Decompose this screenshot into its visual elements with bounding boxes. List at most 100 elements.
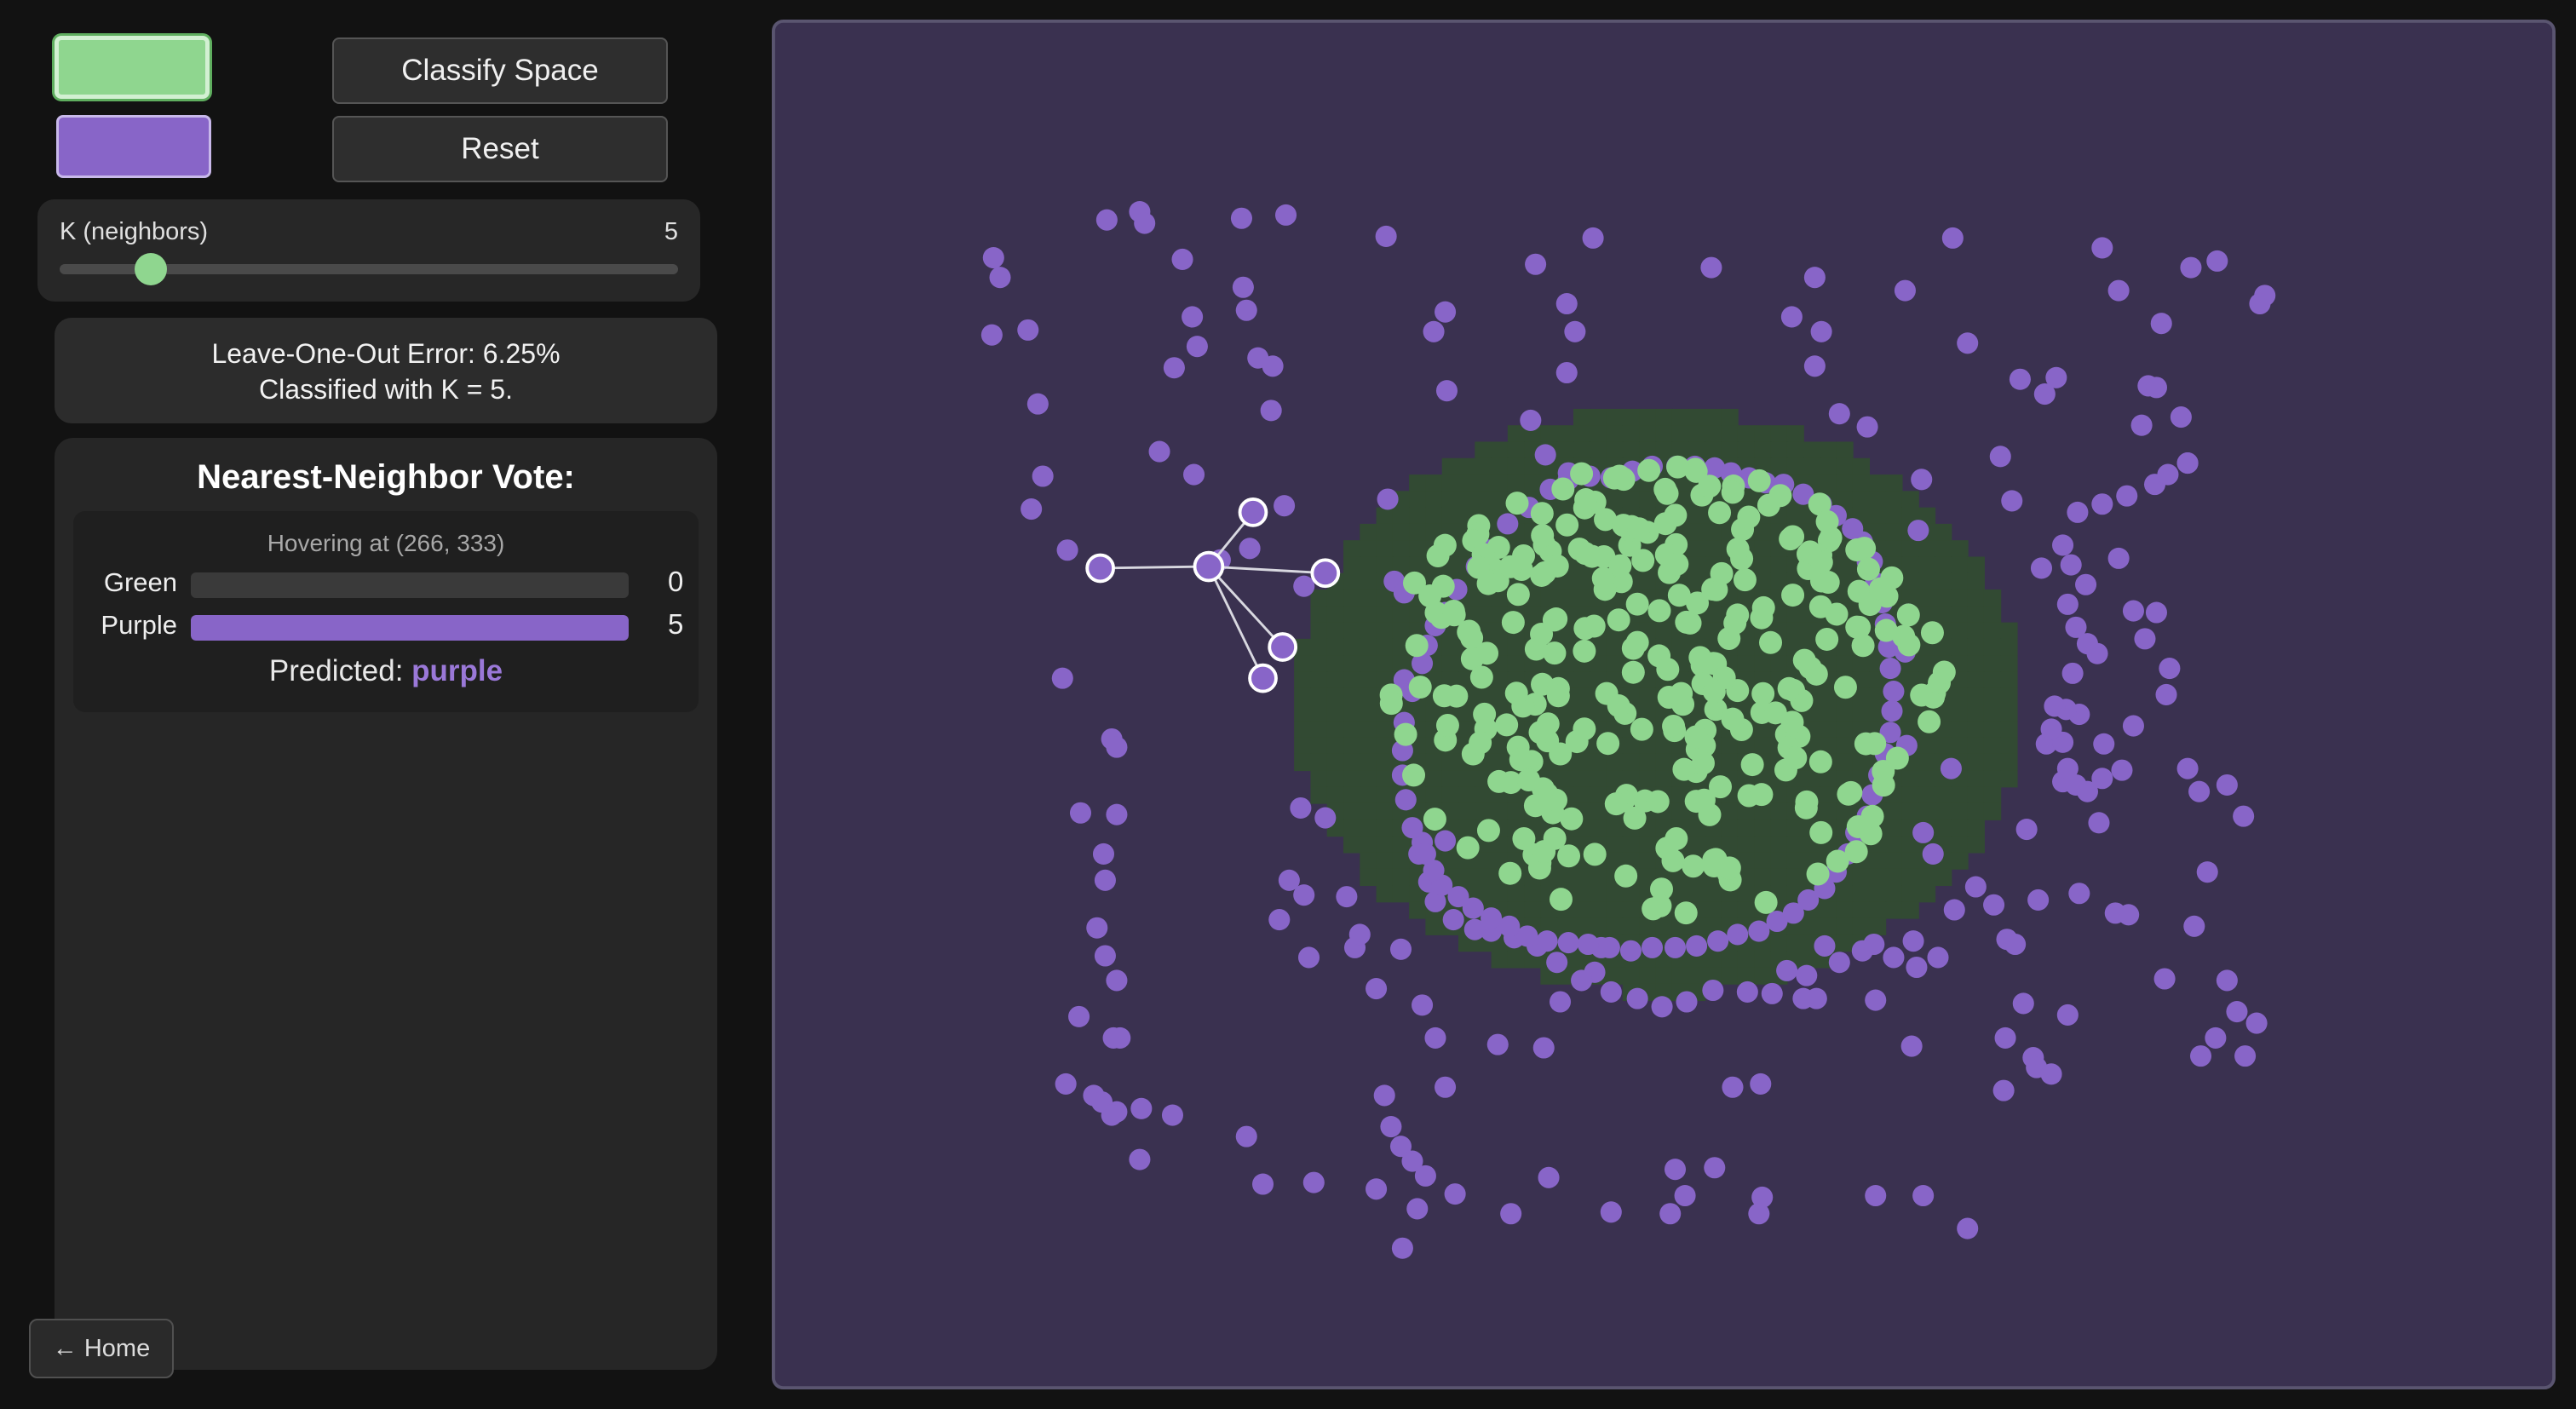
green-point <box>1379 692 1403 716</box>
home-button[interactable]: ← Home <box>29 1319 174 1378</box>
region-cell <box>1590 868 1607 887</box>
green-point <box>1848 615 1872 639</box>
green-point <box>1570 462 1594 486</box>
purple-point <box>2044 695 2066 717</box>
green-point <box>1682 854 1705 878</box>
purple-point <box>1414 843 1436 865</box>
region-cell <box>1622 917 1641 935</box>
region-cell <box>1737 951 1756 969</box>
green-point <box>1574 488 1598 512</box>
region-cell <box>1475 687 1492 705</box>
green-point <box>1423 808 1446 831</box>
region-cell <box>1326 671 1344 689</box>
region-cell <box>1918 572 1936 590</box>
classification-canvas[interactable] <box>772 19 2556 1390</box>
region-cell <box>1425 491 1443 509</box>
region-cell <box>1475 457 1492 476</box>
region-cell <box>1820 474 1837 492</box>
region-cell <box>1392 523 1411 542</box>
region-cell <box>1294 721 1312 739</box>
purple-point <box>2056 757 2079 779</box>
green-point <box>1844 840 1868 864</box>
classify-space-button[interactable]: Classify Space <box>332 37 668 104</box>
green-point <box>1798 540 1822 564</box>
region-cell <box>1639 572 1657 590</box>
green-point <box>1582 614 1606 638</box>
region-cell <box>1606 441 1624 459</box>
reset-button[interactable]: Reset <box>332 116 668 182</box>
green-point <box>1896 603 1920 627</box>
region-cell <box>1885 819 1903 837</box>
purple-point <box>1444 1183 1466 1205</box>
k-slider-thumb[interactable] <box>135 253 167 285</box>
region-cell <box>1343 770 1361 788</box>
purple-point <box>1516 925 1538 947</box>
purple-point <box>1032 465 1054 487</box>
green-point <box>1637 458 1661 482</box>
purple-point <box>2130 414 2153 436</box>
purple-point <box>1380 1116 1402 1138</box>
region-cell <box>1491 802 1509 820</box>
region-cell <box>1376 523 1394 542</box>
region-cell <box>1524 474 1542 492</box>
green-point <box>1630 717 1653 741</box>
region-cell <box>1754 572 1772 590</box>
purple-class-swatch[interactable] <box>56 115 211 178</box>
green-point <box>1920 621 1944 645</box>
purple-point <box>1017 319 1039 341</box>
region-cell <box>1343 671 1361 689</box>
region-cell <box>1573 770 1591 788</box>
region-cell <box>1951 622 1969 640</box>
region-cell <box>1951 606 1969 624</box>
region-cell <box>1392 868 1411 887</box>
green-point <box>1661 848 1685 872</box>
purple-point <box>1894 279 1916 302</box>
region-cell <box>1885 802 1903 820</box>
region-cell <box>1343 572 1361 590</box>
green-point <box>1809 820 1833 844</box>
purple-point <box>1912 821 1935 843</box>
green-point <box>1672 757 1696 781</box>
purple-point <box>1707 930 1729 952</box>
green-point <box>1405 634 1429 658</box>
purple-point <box>2068 883 2090 905</box>
region-cell <box>1967 687 1985 705</box>
region-cell <box>1721 425 1739 443</box>
region-cell <box>1705 951 1722 969</box>
region-cell <box>1754 425 1772 443</box>
knn-plot[interactable] <box>772 19 2556 1390</box>
region-cell <box>1376 868 1394 887</box>
green-point <box>1573 639 1596 663</box>
region-cell <box>1606 408 1624 427</box>
region-cell <box>1556 868 1574 887</box>
region-cell <box>1376 802 1394 820</box>
region-cell <box>1360 802 1377 820</box>
vote-title: Nearest-Neighbor Vote: <box>197 458 575 496</box>
region-cell <box>1852 868 1870 887</box>
region-cell <box>1491 885 1509 903</box>
region-cell <box>1622 967 1641 985</box>
region-cell <box>1360 721 1377 739</box>
green-point <box>1546 684 1570 708</box>
region-cell <box>2000 671 2018 689</box>
purple-point <box>2205 1027 2227 1049</box>
region-cell <box>1392 507 1411 525</box>
region-cell <box>1671 638 1689 657</box>
region-cell <box>1606 901 1624 919</box>
region-cell <box>1310 622 1328 640</box>
purple-point <box>2052 534 2074 556</box>
region-cell <box>1935 556 1952 574</box>
region-cell <box>1590 802 1607 820</box>
purple-point <box>1906 956 1928 979</box>
region-cell <box>1951 786 1969 804</box>
region-cell <box>1737 441 1756 459</box>
green-class-swatch[interactable] <box>55 36 210 99</box>
region-cell <box>1590 704 1607 722</box>
green-point <box>1869 577 1893 601</box>
neighbor-point <box>1310 558 1341 589</box>
green-point <box>1607 608 1630 632</box>
region-cell <box>1770 556 1788 574</box>
green-point <box>1653 477 1677 501</box>
green-point <box>1442 603 1466 627</box>
purple-point <box>1442 909 1464 931</box>
